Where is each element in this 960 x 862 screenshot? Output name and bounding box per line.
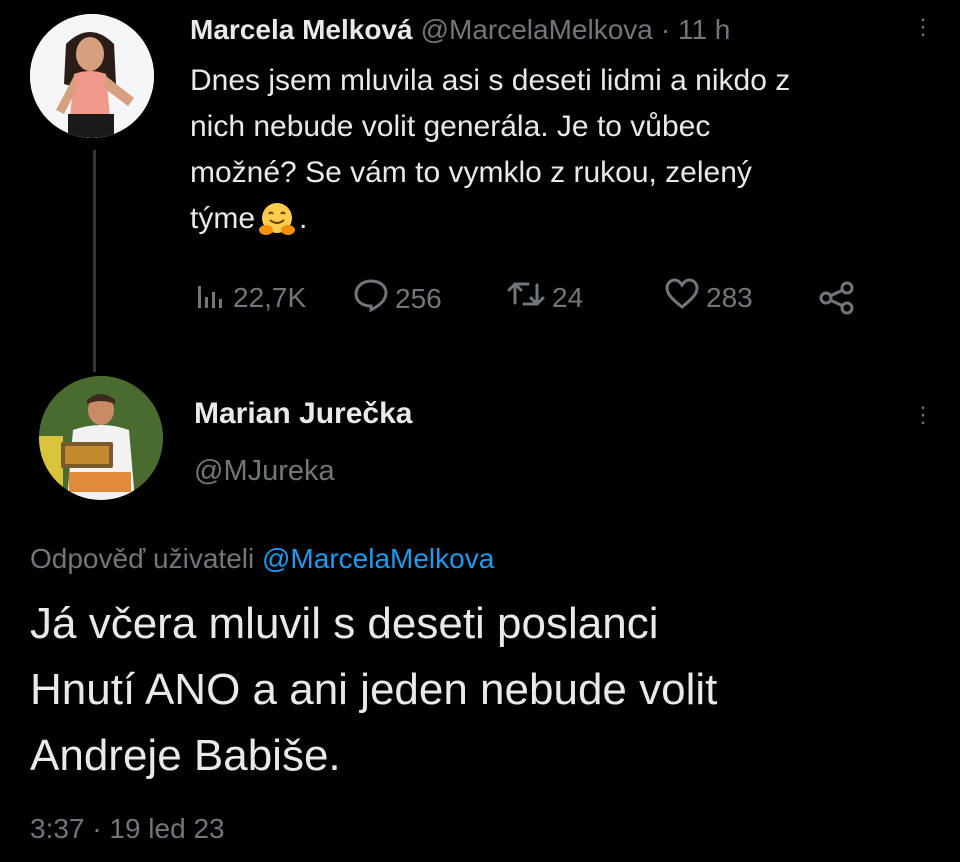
tweet-text-line: možné? Se vám to vymklo z rukou, zelený [190,156,752,189]
tweet-time[interactable]: · 11 h [661,14,731,46]
tweet-text: Dnes jsem mluvila asi s deseti lidmi a n… [190,58,940,242]
retweet-button[interactable]: 24 [506,278,583,317]
tweet-text-line: Dnes jsem mluvila asi s deseti lidmi a n… [190,64,791,97]
like-count: 283 [706,281,753,313]
like-icon [664,278,700,317]
author-handle[interactable]: @MJureka [194,455,335,488]
reply-context: Odpověď uživateli @MarcelaMelkova [30,543,494,575]
tweet-text-line: týme [190,202,256,235]
tweet-text-suffix: . [299,202,308,235]
reply-to-handle[interactable]: @MarcelaMelkova [262,543,494,574]
tweet-text-line: Andreje Babiše. [30,731,341,780]
reply-button[interactable]: 256 [353,278,442,319]
like-button[interactable]: 283 [664,278,753,317]
tweet-text: Já včera mluvil s deseti poslanci Hnutí … [30,591,940,789]
tweet-header: Marcela Melková @MarcelaMelkova · 11 h [190,12,730,48]
views-icon [195,278,227,317]
author-handle[interactable]: @MarcelaMelkova [421,14,653,46]
thread-connector-line [93,150,96,372]
hugging-face-emoji [257,199,297,239]
author-name[interactable]: Marcela Melková [190,14,413,46]
avatar-portrait-woman [30,14,154,138]
tweet-text-line: Já včera mluvil s deseti poslanci [30,599,659,648]
more-options-icon[interactable]: ⋮ [912,16,934,38]
reply-icon [353,278,389,319]
reply-prefix: Odpověď uživateli [30,543,255,574]
tweet-text-line: Hnutí ANO a ani jeden nebude volit [30,665,718,714]
retweet-icon [506,278,546,317]
avatar[interactable] [39,376,163,500]
more-options-icon[interactable]: ⋮ [912,404,934,426]
tweet-text-line: nich nebude volit generála. Je to vůbec [190,110,711,143]
tweet-timestamp[interactable]: 3:37 · 19 led 23 [30,813,225,845]
reply-count: 256 [395,282,442,314]
retweet-count: 24 [552,281,584,313]
avatar[interactable] [30,14,154,138]
author-name[interactable]: Marian Jurečka [194,397,412,431]
share-icon[interactable] [818,281,856,320]
views-button[interactable]: 22,7K [195,278,306,317]
avatar-portrait-beekeeper [39,376,163,500]
views-count: 22,7K [233,281,307,313]
